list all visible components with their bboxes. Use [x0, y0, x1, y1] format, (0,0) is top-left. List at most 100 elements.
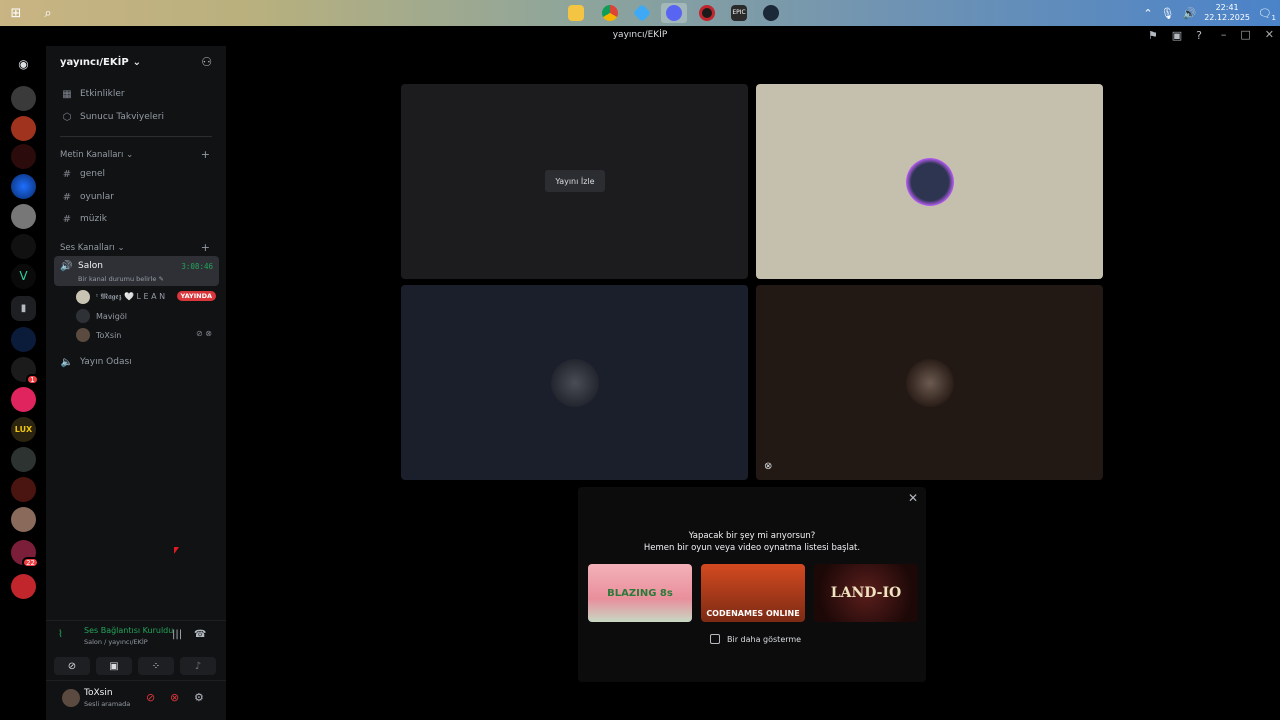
- game-title: BLAZING 8s: [607, 587, 673, 599]
- folder-icon[interactable]: ▮: [11, 296, 36, 321]
- server-name: yayıncı/EKİP: [60, 56, 129, 68]
- add-channel-icon[interactable]: +: [201, 241, 210, 254]
- server-icon[interactable]: [11, 477, 36, 502]
- avatar: [76, 290, 90, 304]
- game-card-blazing8s[interactable]: BLAZING 8s: [588, 564, 692, 622]
- game-card-landio[interactable]: LAND-IO: [814, 564, 918, 622]
- clock[interactable]: 22:41 22.12.2025: [1204, 3, 1250, 23]
- server-header[interactable]: yayıncı/EKİP ⌄ ⚇: [46, 46, 226, 78]
- avatar: [551, 359, 599, 407]
- checkbox[interactable]: [710, 634, 720, 644]
- windows-start-icon[interactable]: ⊞: [8, 3, 24, 23]
- maximize-icon[interactable]: □: [1240, 28, 1250, 41]
- channel-muzik[interactable]: # müzik: [54, 209, 219, 229]
- voice-user[interactable]: ᶦ 𝕸𝖆𝖌𝖊𝖟 🤍 L E A N YAYINDA: [76, 288, 216, 306]
- activity-suggestion-popup: ✕ Yapacak bir şey mi arıyorsun? Hemen bi…: [578, 487, 926, 682]
- volume-icon[interactable]: 🔊: [1183, 7, 1197, 20]
- voice-channels-category[interactable]: Ses Kanalları ⌄ +: [60, 241, 210, 254]
- voice-user[interactable]: ToXsin ⊘ ⊗: [76, 326, 216, 344]
- server-icon[interactable]: 1: [11, 357, 39, 385]
- muted-deafened-icons: ⊘ ⊗: [196, 329, 212, 338]
- server-icon[interactable]: [11, 574, 36, 599]
- soundboard-icon: ♪: [194, 660, 202, 672]
- game-card-codenames[interactable]: CODENAMES ONLINE: [701, 564, 805, 622]
- chevron-down-icon: ⌄: [117, 243, 125, 253]
- channel-oyunlar[interactable]: # oyunlar: [54, 187, 219, 207]
- server-icon[interactable]: [11, 86, 36, 111]
- server-icon[interactable]: [11, 447, 36, 472]
- add-channel-icon[interactable]: +: [201, 148, 210, 161]
- inbox-icon[interactable]: ▣: [1172, 29, 1182, 42]
- server-icon[interactable]: [11, 116, 36, 141]
- flag-icon[interactable]: ⚑: [1148, 29, 1158, 42]
- voice-channel-name: Salon: [78, 261, 103, 271]
- unread-badge: 1: [26, 374, 39, 385]
- voice-user[interactable]: Mavigöl: [76, 307, 216, 325]
- live-badge: YAYINDA: [176, 291, 216, 301]
- events-item[interactable]: ▦ Etkinlikler: [54, 84, 219, 104]
- server-icon[interactable]: [11, 234, 36, 259]
- server-icon[interactable]: [11, 507, 36, 532]
- noise-suppression-icon[interactable]: |||: [172, 629, 182, 640]
- username[interactable]: ToXsin: [84, 688, 113, 698]
- notification-icon[interactable]: 🗨 1: [1258, 7, 1276, 22]
- search-icon[interactable]: ⌕: [38, 3, 58, 23]
- voice-status[interactable]: Ses Bağlantısı Kuruldu: [84, 626, 173, 635]
- deafen-icon[interactable]: ⊗: [170, 691, 179, 704]
- invite-people-icon[interactable]: ⚇: [201, 55, 212, 69]
- category-label: Ses Kanalları: [60, 243, 115, 253]
- discord-taskbar-icon[interactable]: [661, 3, 687, 23]
- screen-share-button[interactable]: ▣: [96, 657, 132, 675]
- participant-tile[interactable]: [756, 84, 1103, 279]
- close-icon[interactable]: ✕: [908, 491, 918, 505]
- close-window-icon[interactable]: ✕: [1265, 28, 1274, 41]
- discord-titlebar: yayıncı/EKİP ⚑ ▣ ? – □ ✕: [0, 26, 1280, 46]
- clock-date: 22.12.2025: [1204, 13, 1251, 22]
- steam-icon[interactable]: [758, 3, 784, 23]
- settings-gear-icon[interactable]: ⚙: [194, 691, 204, 704]
- app-red-icon[interactable]: [694, 3, 720, 23]
- voice-channel-yayin-odasi[interactable]: 🔈 Yayın Odası: [54, 352, 219, 372]
- stream-tile[interactable]: Yayını İzle: [401, 84, 748, 279]
- server-icon[interactable]: 22: [11, 540, 39, 568]
- dont-show-again-checkbox[interactable]: Bir daha gösterme: [710, 634, 801, 644]
- participant-tile[interactable]: [401, 285, 748, 480]
- chrome-icon[interactable]: [597, 3, 623, 23]
- game-title: CODENAMES ONLINE: [706, 609, 800, 618]
- server-icon[interactable]: [11, 387, 36, 412]
- disconnect-icon[interactable]: ☎: [194, 629, 206, 640]
- server-icon[interactable]: LUX: [11, 417, 36, 442]
- valorant-server-icon[interactable]: V: [11, 264, 36, 289]
- server-icon[interactable]: [11, 174, 36, 199]
- participant-tile[interactable]: ⊗: [756, 285, 1103, 480]
- mic-muted-icon[interactable]: ⊘: [146, 691, 155, 704]
- server-icon[interactable]: [11, 327, 36, 352]
- chevron-up-icon[interactable]: ⌃: [1143, 7, 1152, 20]
- channel-status-input[interactable]: Bir kanal durumu belirle ✎: [78, 275, 164, 283]
- voice-channel-salon[interactable]: 🔊 Salon 3:08:46 Bir kanal durumu belirle…: [54, 256, 219, 286]
- user-avatar[interactable]: [62, 689, 80, 707]
- calendar-icon: ▦: [62, 88, 72, 100]
- activities-icon: ⁘: [151, 660, 161, 672]
- text-channels-category[interactable]: Metin Kanalları ⌄ +: [60, 148, 210, 161]
- speaking-avatar: [906, 158, 954, 206]
- user-panel: ToXsin Sesli aramada ⊘ ⊗ ⚙: [46, 680, 226, 720]
- discord-home-icon[interactable]: ◉: [11, 52, 36, 77]
- clock-time: 22:41: [1215, 3, 1239, 12]
- server-boosts-item[interactable]: ⬡ Sunucu Takviyeleri: [54, 107, 219, 127]
- soundboard-button[interactable]: ♪: [180, 657, 216, 675]
- server-icon[interactable]: [11, 144, 36, 169]
- camera-off-button[interactable]: ⊘: [54, 657, 90, 675]
- epic-games-icon[interactable]: EPIC: [726, 3, 752, 23]
- activities-button[interactable]: ⁘: [138, 657, 174, 675]
- app-diamond-icon[interactable]: [629, 3, 655, 23]
- microphone-icon[interactable]: 🎙: [1161, 7, 1175, 20]
- channel-genel[interactable]: # genel: [54, 164, 219, 184]
- signal-icon[interactable]: ⌇: [58, 629, 63, 640]
- server-icon[interactable]: [11, 204, 36, 229]
- help-icon[interactable]: ?: [1196, 29, 1202, 42]
- minimize-icon[interactable]: –: [1221, 28, 1227, 41]
- file-explorer-icon[interactable]: [563, 3, 589, 23]
- watch-stream-button[interactable]: Yayını İzle: [545, 170, 605, 192]
- voice-user-name: ᶦ 𝕸𝖆𝖌𝖊𝖟 🤍 L E A N: [96, 292, 166, 301]
